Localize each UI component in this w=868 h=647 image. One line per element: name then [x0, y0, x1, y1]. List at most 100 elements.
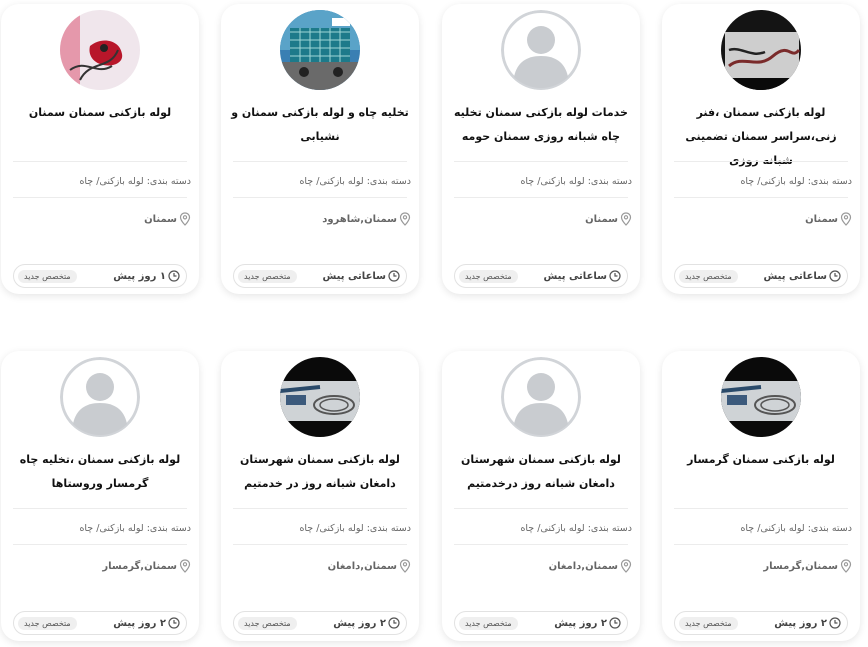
new-specialist-badge: متخصص جدید [459, 616, 518, 630]
card-time: ۱ روز پیش [113, 270, 180, 282]
clock-icon [168, 617, 180, 629]
card-time: ساعاتی پیش [322, 270, 400, 282]
divider [233, 544, 407, 545]
category-prefix: دسته بندی: [366, 523, 411, 534]
divider [674, 544, 848, 545]
time-text: ساعاتی پیش [322, 270, 386, 282]
new-specialist-badge: متخصص جدید [18, 269, 77, 283]
new-specialist-badge: متخصص جدید [679, 616, 738, 630]
card-time: ۲ روز پیش [774, 617, 841, 629]
service-card[interactable]: خدمات لوله بازکنی سمنان تخلیه چاه شبانه … [442, 4, 640, 294]
location-pin-icon [620, 559, 632, 573]
card-title[interactable]: لوله بازکنی سمنان شهرستان دامغان شبانه ر… [452, 448, 630, 496]
location-text: سمنان [805, 213, 838, 225]
category-prefix: دسته بندی: [146, 176, 191, 187]
category-value: لوله بازکنی/ چاه [79, 523, 144, 534]
service-card[interactable]: لوله بازکنی سمنان ،فنر زنی،سراسر سمنان ت… [662, 4, 860, 294]
new-specialist-badge: متخصص جدید [679, 269, 738, 283]
divider [13, 197, 187, 198]
card-footer: ساعاتی پیش متخصص جدید [674, 264, 848, 288]
card-category: دسته بندی: لوله بازکنی/ چاه [520, 176, 632, 187]
location-pin-icon [840, 212, 852, 226]
category-value: لوله بازکنی/ چاه [79, 176, 144, 187]
location-pin-icon [840, 559, 852, 573]
card-time: ساعاتی پیش [543, 270, 621, 282]
service-card[interactable]: لوله بازکنی سمنان ،تخلیه چاه گرمسار وروس… [1, 351, 199, 641]
clock-icon [609, 270, 621, 282]
card-category: دسته بندی: لوله بازکنی/ چاه [79, 523, 191, 534]
time-text: ساعاتی پیش [543, 270, 607, 282]
card-location: سمنان,گرمسار [102, 559, 191, 573]
clock-icon [388, 617, 400, 629]
location-pin-icon [399, 212, 411, 226]
service-card[interactable]: لوله بازکنی سمنان گرمسار دسته بندی: لوله… [662, 351, 860, 641]
divider [454, 197, 628, 198]
avatar [501, 10, 581, 90]
category-value: لوله بازکنی/ چاه [740, 176, 805, 187]
card-footer: ۲ روز پیش متخصص جدید [233, 611, 407, 635]
card-title[interactable]: لوله بازکنی سمنان سمنان [11, 101, 189, 125]
card-footer: ساعاتی پیش متخصص جدید [233, 264, 407, 288]
time-text: ۲ روز پیش [113, 617, 166, 629]
new-specialist-badge: متخصص جدید [459, 269, 518, 283]
divider [233, 161, 407, 162]
category-value: لوله بازکنی/ چاه [740, 523, 805, 534]
service-card[interactable]: تخلیه چاه و لوله بازکنی سمنان و نشیابی د… [221, 4, 419, 294]
divider [13, 544, 187, 545]
card-footer: ۱ روز پیش متخصص جدید [13, 264, 187, 288]
location-pin-icon [620, 212, 632, 226]
clock-icon [829, 617, 841, 629]
avatar [280, 10, 360, 90]
card-title[interactable]: خدمات لوله بازکنی سمنان تخلیه چاه شبانه … [452, 101, 630, 149]
card-category: دسته بندی: لوله بازکنی/ چاه [79, 176, 191, 187]
clock-icon [388, 270, 400, 282]
time-text: ۱ روز پیش [113, 270, 166, 282]
category-prefix: دسته بندی: [146, 523, 191, 534]
divider [233, 197, 407, 198]
category-prefix: دسته بندی: [366, 176, 411, 187]
divider [674, 508, 848, 509]
card-category: دسته بندی: لوله بازکنی/ چاه [299, 176, 411, 187]
category-value: لوله بازکنی/ چاه [520, 176, 585, 187]
location-pin-icon [179, 212, 191, 226]
card-footer: ۲ روز پیش متخصص جدید [674, 611, 848, 635]
card-title[interactable]: لوله بازکنی سمنان گرمسار [672, 448, 850, 472]
location-text: سمنان [144, 213, 177, 225]
clock-icon [829, 270, 841, 282]
card-category: دسته بندی: لوله بازکنی/ چاه [740, 176, 852, 187]
category-value: لوله بازکنی/ چاه [520, 523, 585, 534]
location-text: سمنان [585, 213, 618, 225]
card-footer: ۲ روز پیش متخصص جدید [13, 611, 187, 635]
category-prefix: دسته بندی: [807, 523, 852, 534]
divider [454, 508, 628, 509]
card-location: سمنان,شاهرود [322, 212, 411, 226]
location-text: سمنان,گرمسار [102, 560, 177, 572]
card-title[interactable]: لوله بازکنی سمنان ،تخلیه چاه گرمسار وروس… [11, 448, 189, 496]
avatar [721, 10, 801, 90]
service-card[interactable]: لوله بازکنی سمنان سمنان دسته بندی: لوله … [1, 4, 199, 294]
card-category: دسته بندی: لوله بازکنی/ چاه [299, 523, 411, 534]
avatar [721, 357, 801, 437]
time-text: ۲ روز پیش [774, 617, 827, 629]
card-location: سمنان [805, 212, 852, 226]
card-category: دسته بندی: لوله بازکنی/ چاه [520, 523, 632, 534]
card-footer: ساعاتی پیش متخصص جدید [454, 264, 628, 288]
card-location: سمنان,گرمسار [763, 559, 852, 573]
location-pin-icon [179, 559, 191, 573]
card-time: ۲ روز پیش [333, 617, 400, 629]
card-category: دسته بندی: لوله بازکنی/ چاه [740, 523, 852, 534]
service-card[interactable]: لوله بازکنی سمنان شهرستان دامغان شبانه ر… [221, 351, 419, 641]
divider [674, 197, 848, 198]
card-location: سمنان [585, 212, 632, 226]
card-time: ساعاتی پیش [763, 270, 841, 282]
time-text: ۲ روز پیش [333, 617, 386, 629]
location-text: سمنان,دامغان [548, 560, 618, 572]
clock-icon [168, 270, 180, 282]
card-footer: ۲ روز پیش متخصص جدید [454, 611, 628, 635]
card-time: ۲ روز پیش [113, 617, 180, 629]
location-text: سمنان,گرمسار [763, 560, 838, 572]
card-title[interactable]: لوله بازکنی سمنان شهرستان دامغان شبانه ر… [231, 448, 409, 496]
card-title[interactable]: لوله بازکنی سمنان ،فنر زنی،سراسر سمنان ت… [672, 101, 850, 173]
card-title[interactable]: تخلیه چاه و لوله بازکنی سمنان و نشیابی [231, 101, 409, 149]
service-card[interactable]: لوله بازکنی سمنان شهرستان دامغان شبانه ر… [442, 351, 640, 641]
